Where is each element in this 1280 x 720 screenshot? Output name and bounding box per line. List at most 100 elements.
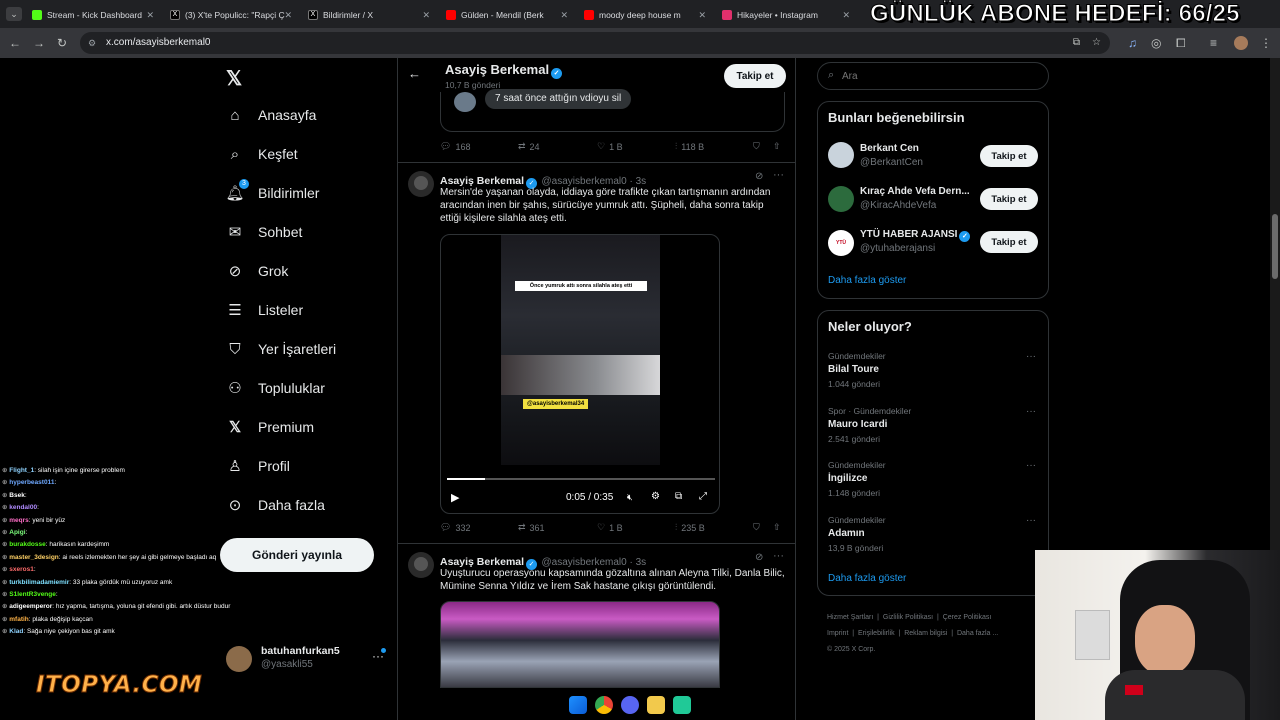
bookmark-icon[interactable]: ⛉ [753, 141, 760, 152]
bookmark-icon[interactable]: ⛉ [753, 522, 760, 533]
chat-username[interactable]: kendal00 [9, 504, 37, 511]
tweet-image[interactable] [440, 601, 720, 688]
tab-x-populicc[interactable]: X (3) X'te Populicc: "Rapçi Ç ✕ [164, 4, 298, 26]
chat-username[interactable]: Apigi [9, 529, 25, 536]
nav-grok[interactable]: ⊘ Grok [226, 257, 289, 285]
suggestion-name[interactable]: YTÜ HABER AJANSI ✓ [860, 229, 971, 242]
nav-profile[interactable]: ♙ Profil [226, 452, 290, 480]
avatar[interactable] [408, 171, 434, 197]
pip-icon[interactable]: ⧉ [675, 491, 682, 502]
views-button[interactable]: ⫶ 235 B [675, 522, 705, 533]
reply-button[interactable]: 💬︎ 332 [440, 522, 470, 533]
tab-youtube-1[interactable]: Gülden - Mendil (Berk ✕ [440, 4, 574, 26]
chat-username[interactable]: sxeros1 [9, 566, 34, 573]
retweet-button[interactable]: ⇄ 361 [518, 522, 545, 533]
share-icon[interactable]: ⇧ [773, 522, 781, 533]
trend-title[interactable]: Mauro Icardi [828, 419, 887, 430]
account-switcher[interactable]: batuhanfurkan5 @yasakli55 ··· [226, 644, 386, 676]
scrollbar-thumb[interactable] [1272, 214, 1278, 279]
reload-icon[interactable]: ↻ [57, 36, 67, 50]
chat-username[interactable]: Bsek [9, 492, 25, 499]
footer-link[interactable]: Daha fazla ... [957, 630, 998, 637]
show-more-link[interactable]: Daha fazla göster [828, 573, 906, 584]
close-icon[interactable]: ✕ [560, 10, 568, 21]
tab-search-icon[interactable]: ⌄ [6, 7, 22, 21]
avatar[interactable] [408, 552, 434, 578]
footer-link[interactable]: Gizlilik Politikası [883, 614, 933, 621]
footer-link[interactable]: Erişilebilirlik [858, 630, 895, 637]
trend-title[interactable]: Bilal Toure [828, 364, 879, 375]
site-info-icon[interactable]: ⚙ [88, 32, 96, 54]
profile-avatar-icon[interactable] [1234, 36, 1248, 50]
nav-notifications[interactable]: 🔔︎ 3 Bildirimler [225, 179, 319, 207]
like-button[interactable]: ♡ 1 B [597, 141, 623, 152]
windows-start-icon[interactable] [569, 696, 587, 714]
post-button[interactable]: Gönderi yayınla [220, 538, 374, 572]
grok-icon[interactable]: ⊘ [755, 552, 763, 563]
nav-messages[interactable]: ✉ Sohbet [226, 218, 303, 246]
footer-link[interactable]: Imprint [827, 630, 848, 637]
follow-button[interactable]: Takip et [980, 145, 1038, 167]
close-icon[interactable]: ✕ [842, 10, 850, 21]
nav-more[interactable]: ⊙ Daha fazla [226, 491, 325, 519]
back-arrow-icon[interactable]: ← [9, 36, 21, 50]
nav-communities[interactable]: ⚇ Topluluklar [226, 374, 325, 402]
mute-icon[interactable]: 🔇︎ [627, 492, 633, 503]
discord-icon[interactable] [621, 696, 639, 714]
address-bar[interactable]: ⚙ x.com/asayisberkemal0 ⧉ ☆ [80, 32, 1110, 54]
more-dots-icon[interactable]: ··· [1026, 460, 1036, 471]
install-icon[interactable]: ⧉ [1073, 32, 1080, 54]
more-dots-icon[interactable]: ··· [773, 550, 784, 562]
reply-button[interactable]: 💬︎ 168 [440, 141, 470, 152]
grok-icon[interactable]: ⊘ [755, 171, 763, 182]
settings-icon[interactable]: ⚙ [651, 491, 660, 502]
more-dots-icon[interactable]: ··· [1026, 406, 1036, 417]
chat-username[interactable]: meqrs [9, 517, 29, 524]
video-progress-track[interactable] [447, 478, 715, 480]
suggestion-name[interactable]: Kıraç Ahde Vefa Dern... [860, 186, 970, 197]
more-dots-icon[interactable]: ··· [773, 169, 784, 181]
tab-bildirimler[interactable]: X Bildirimler / X ✕ [302, 4, 436, 26]
close-icon[interactable]: ✕ [146, 10, 154, 21]
chat-username[interactable]: turkbilimadamiemir [9, 579, 69, 586]
suggestion-name[interactable]: Berkant Cen [860, 143, 919, 154]
more-dots-icon[interactable]: ··· [1026, 515, 1036, 526]
footer-link[interactable]: Hizmet Şartları [827, 614, 873, 621]
avatar[interactable] [828, 186, 854, 212]
chat-username[interactable]: adigeemperor [9, 603, 52, 610]
puzzle-icon[interactable]: ⧠ [1176, 36, 1186, 50]
close-icon[interactable]: ✕ [284, 10, 292, 21]
fullscreen-icon[interactable]: ⤢ [699, 491, 707, 502]
retweet-button[interactable]: ⇄ 24 [518, 141, 540, 152]
chat-username[interactable]: Flight_1 [9, 467, 34, 474]
chat-username[interactable]: Klad [9, 628, 23, 635]
nav-bookmarks[interactable]: ⛉ Yer İşaretleri [226, 335, 336, 363]
folder-icon[interactable] [647, 696, 665, 714]
nav-lists[interactable]: ☰ Listeler [226, 296, 303, 324]
quoted-tweet-card[interactable]: 7 saat önce attığın vdioyu sil [440, 89, 785, 132]
share-icon[interactable]: ⇧ [773, 141, 781, 152]
tab-youtube-2[interactable]: moody deep house m ✕ [578, 4, 712, 26]
chat-username[interactable]: mfatih [9, 616, 29, 623]
close-icon[interactable]: ✕ [422, 10, 430, 21]
chat-username[interactable]: master_3design [9, 554, 59, 561]
footer-link[interactable]: Çerez Politikası [943, 614, 992, 621]
avatar[interactable]: YTÜ [828, 230, 854, 256]
forward-arrow-icon[interactable]: → [33, 36, 45, 50]
chat-username[interactable]: burakdosse [9, 541, 46, 548]
menu-kebab-icon[interactable]: ⋮ [1260, 36, 1272, 50]
tab-kick[interactable]: Stream - Kick Dashboard ✕ [26, 4, 160, 26]
chat-username[interactable]: hyperbeast011 [9, 479, 54, 486]
like-button[interactable]: ♡ 1 B [597, 522, 623, 533]
tab-instagram[interactable]: Hikayeler • Instagram ✕ [716, 4, 856, 26]
show-more-link[interactable]: Daha fazla göster [828, 275, 906, 286]
footer-link[interactable]: Reklam bilgisi [904, 630, 947, 637]
video-player[interactable]: Önce yumruk attı sonra silahla ateş etti… [440, 234, 720, 514]
search-bar[interactable]: ⌕ [817, 62, 1049, 90]
play-icon[interactable]: ▶ [451, 491, 459, 504]
trend-title[interactable]: Adamın [828, 528, 865, 539]
star-icon[interactable]: ☆ [1092, 32, 1101, 54]
nav-premium[interactable]: 𝕏 Premium [226, 413, 314, 441]
x-logo-icon[interactable]: 𝕏 [226, 66, 242, 91]
search-input[interactable] [842, 68, 1032, 84]
